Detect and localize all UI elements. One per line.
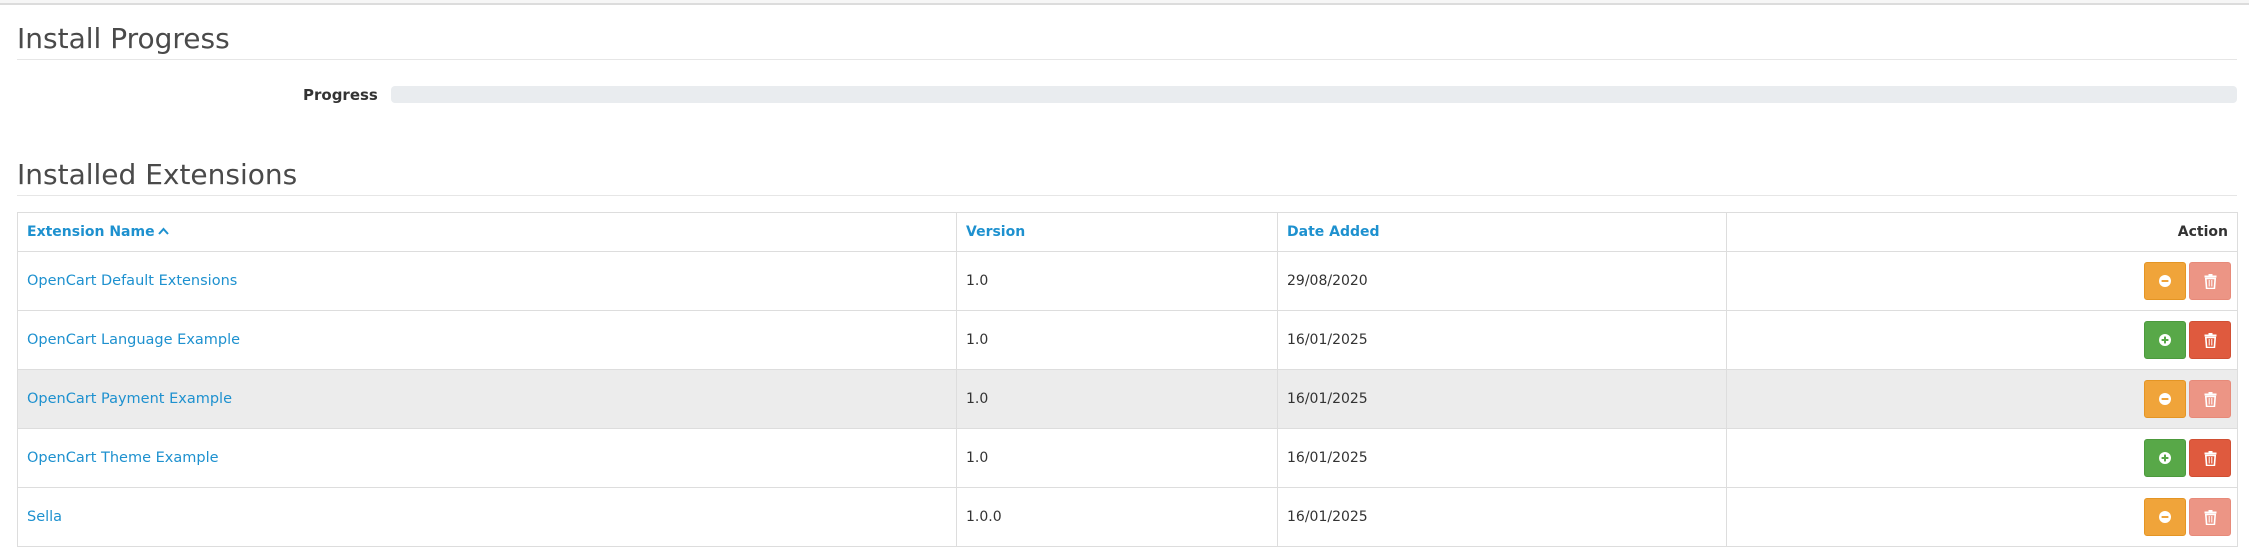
table-row: Sella 1.0.0 16/01/2025: [17, 487, 2238, 547]
install-button[interactable]: [2144, 439, 2186, 477]
extension-name-link[interactable]: OpenCart Theme Example: [27, 450, 219, 466]
date-added-cell: 16/01/2025: [1277, 487, 1727, 547]
install-button[interactable]: [2144, 321, 2186, 359]
sort-by-date-link[interactable]: Date Added: [1287, 224, 1380, 240]
minus-circle-icon: [2158, 510, 2172, 524]
action-cell: [1726, 369, 2238, 429]
delete-button: [2189, 498, 2231, 536]
minus-circle-icon: [2158, 392, 2172, 406]
trash-icon: [2204, 391, 2217, 407]
column-header-action: Action: [1726, 212, 2238, 252]
extension-name-cell: Sella: [17, 487, 957, 547]
table-row: OpenCart Theme Example 1.0 16/01/2025: [17, 428, 2238, 488]
install-progress-title: Install Progress: [17, 22, 230, 55]
delete-button[interactable]: [2189, 439, 2231, 477]
plus-circle-icon: [2158, 451, 2172, 465]
action-cell: [1726, 487, 2238, 547]
installed-extensions-divider: [17, 195, 2237, 196]
action-cell: [1726, 251, 2238, 311]
trash-icon: [2204, 509, 2217, 525]
extension-name-cell: OpenCart Default Extensions: [17, 251, 957, 311]
sort-by-version-link[interactable]: Version: [966, 224, 1025, 240]
uninstall-button[interactable]: [2144, 262, 2186, 300]
install-progress-bar: [391, 86, 2237, 103]
table-header-row: Extension Name Version Date Added Action: [17, 212, 2238, 252]
top-border: [0, 0, 2249, 5]
extension-name-link[interactable]: OpenCart Payment Example: [27, 391, 232, 407]
extension-name-link[interactable]: OpenCart Language Example: [27, 332, 240, 348]
extensions-table: Extension Name Version Date Added Action…: [17, 212, 2238, 547]
date-added-cell: 16/01/2025: [1277, 310, 1727, 370]
version-cell: 1.0: [956, 369, 1278, 429]
table-row: OpenCart Payment Example 1.0 16/01/2025: [17, 369, 2238, 429]
column-header-version[interactable]: Version: [956, 212, 1278, 252]
action-cell: [1726, 310, 2238, 370]
version-cell: 1.0.0: [956, 487, 1278, 547]
extension-name-cell: OpenCart Payment Example: [17, 369, 957, 429]
date-added-cell: 29/08/2020: [1277, 251, 1727, 311]
version-cell: 1.0: [956, 310, 1278, 370]
extension-name-link[interactable]: Sella: [27, 509, 62, 525]
date-added-cell: 16/01/2025: [1277, 369, 1727, 429]
delete-button: [2189, 380, 2231, 418]
progress-label: Progress: [303, 86, 378, 104]
column-header-extension-name[interactable]: Extension Name: [17, 212, 957, 252]
date-added-cell: 16/01/2025: [1277, 428, 1727, 488]
version-cell: 1.0: [956, 251, 1278, 311]
chevron-up-icon: [157, 224, 169, 238]
trash-icon: [2204, 450, 2217, 466]
minus-circle-icon: [2158, 274, 2172, 288]
extension-name-cell: OpenCart Theme Example: [17, 428, 957, 488]
plus-circle-icon: [2158, 333, 2172, 347]
sort-by-name-link[interactable]: Extension Name: [27, 224, 169, 240]
action-cell: [1726, 428, 2238, 488]
table-row: OpenCart Default Extensions 1.0 29/08/20…: [17, 251, 2238, 311]
extension-name-cell: OpenCart Language Example: [17, 310, 957, 370]
installed-extensions-title: Installed Extensions: [17, 158, 298, 191]
trash-icon: [2204, 332, 2217, 348]
uninstall-button[interactable]: [2144, 498, 2186, 536]
extension-name-header-label: Extension Name: [27, 224, 155, 240]
table-row: OpenCart Language Example 1.0 16/01/2025: [17, 310, 2238, 370]
uninstall-button[interactable]: [2144, 380, 2186, 418]
install-progress-divider: [17, 59, 2237, 60]
column-header-date-added[interactable]: Date Added: [1277, 212, 1727, 252]
delete-button: [2189, 262, 2231, 300]
trash-icon: [2204, 273, 2217, 289]
version-cell: 1.0: [956, 428, 1278, 488]
delete-button[interactable]: [2189, 321, 2231, 359]
extension-name-link[interactable]: OpenCart Default Extensions: [27, 273, 237, 289]
